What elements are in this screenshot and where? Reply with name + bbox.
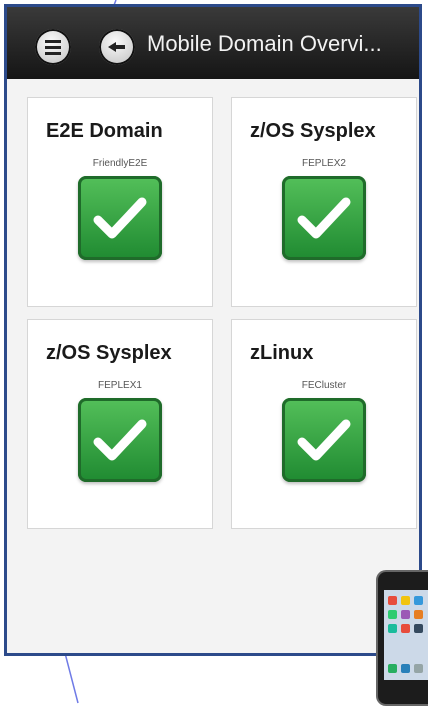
page-title: Mobile Domain Overvi...	[147, 31, 382, 56]
menu-icon	[45, 40, 61, 43]
card-subtitle: FECluster	[301, 380, 347, 391]
card-subtitle: FriendlyE2E	[92, 158, 148, 169]
status-ok-icon[interactable]	[78, 398, 162, 482]
domain-grid: E2E Domain FriendlyE2E z/OS Sysplex FEPL…	[7, 79, 419, 653]
menu-button[interactable]	[35, 29, 71, 65]
header-bar: Mobile Domain Overvi...	[7, 7, 419, 79]
card-subtitle: FEPLEX2	[302, 158, 346, 169]
app-window: Mobile Domain Overvi... E2E Domain Frien…	[4, 4, 422, 656]
domain-card-zos-sysplex-2[interactable]: z/OS Sysplex FEPLEX2	[231, 97, 417, 307]
status-ok-icon[interactable]	[282, 176, 366, 260]
card-title: z/OS Sysplex	[250, 120, 376, 142]
card-title: E2E Domain	[46, 120, 163, 142]
card-subtitle: FEPLEX1	[98, 380, 142, 391]
status-ok-icon[interactable]	[78, 176, 162, 260]
domain-card-zlinux[interactable]: zLinux FECluster	[231, 319, 417, 529]
status-ok-icon[interactable]	[282, 398, 366, 482]
phone-device-icon	[376, 570, 428, 706]
card-title: z/OS Sysplex	[46, 342, 172, 364]
back-button[interactable]	[99, 29, 135, 65]
card-title: zLinux	[250, 342, 314, 364]
domain-card-e2e[interactable]: E2E Domain FriendlyE2E	[27, 97, 213, 307]
domain-card-zos-sysplex-1[interactable]: z/OS Sysplex FEPLEX1	[27, 319, 213, 529]
